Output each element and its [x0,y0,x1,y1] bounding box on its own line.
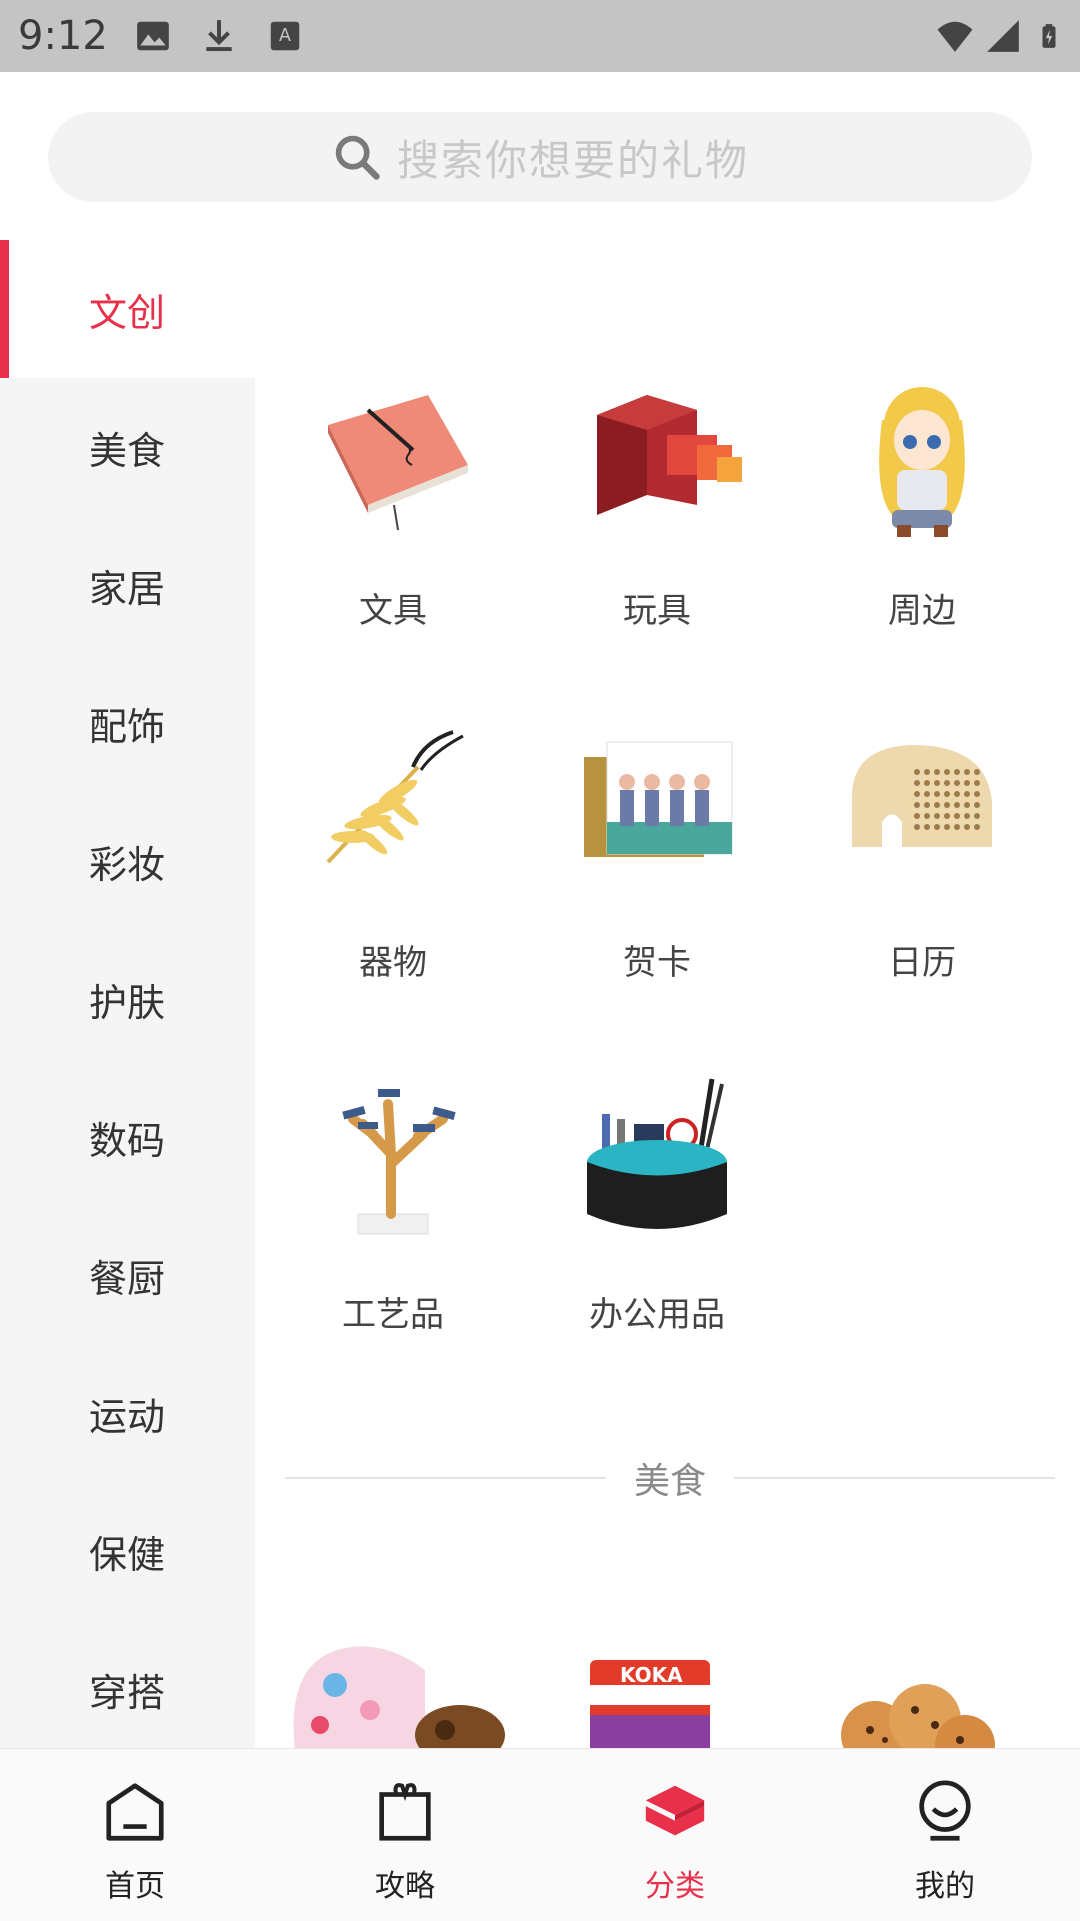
subcategory-crafts[interactable]: 工艺品 [261,1059,525,1359]
bottom-nav: 首页 攻略 分类 我的 [0,1748,1080,1921]
search-placeholder: 搜索你想要的礼物 [396,135,749,185]
status-bar: 9:12 A [0,0,1080,72]
search-icon [335,135,380,180]
status-right [936,17,1062,55]
wifi-icon [937,21,973,52]
section-divider: 美食 [285,1453,1056,1503]
sidebar-item-health[interactable]: 保健 [0,1482,255,1620]
search-input[interactable]: 搜索你想要的礼物 [48,112,1032,202]
desk-organizer-image [557,1059,757,1249]
nav-label: 分类 [645,1869,705,1904]
svg-text:A: A [279,26,291,46]
drawer-toy-image [557,355,757,545]
divider-line [734,1477,1056,1479]
search-area: 搜索你想要的礼物 [0,72,1080,240]
nav-label: 攻略 [375,1869,435,1904]
notebook-image [293,355,493,545]
subcategory-label: 日历 [888,943,956,983]
sidebar-item-fashion[interactable]: 穿搭 [0,1620,255,1748]
subcategory-label: 器物 [359,943,427,983]
app-notification-icon: A [270,21,300,51]
elephant-calendar-image [822,707,1022,897]
sidebar-item-accessories[interactable]: 配饰 [0,654,255,792]
nav-guide[interactable]: 攻略 [270,1749,540,1921]
category-icon [645,1785,705,1836]
anime-figure-image [822,355,1022,545]
nav-label: 我的 [915,1869,975,1904]
sidebar-item-food[interactable]: 美食 [0,378,255,516]
subcategory-objects[interactable]: 器物 [261,707,525,1007]
status-time: 9:12 [18,13,108,59]
nav-profile[interactable]: 我的 [810,1749,1080,1921]
nav-home[interactable]: 首页 [0,1749,270,1921]
category-sidebar: 文创 美食 家居 配饰 彩妆 护肤 数码 餐厨 运动 保健 穿搭 [0,240,255,1748]
subcategory-label: 贺卡 [623,943,691,983]
subcategory-merch[interactable]: 周边 [790,355,1054,655]
subcategory-greeting-cards[interactable]: 贺卡 [525,707,789,1007]
gift-icon [379,1783,431,1841]
divider-line [285,1477,606,1479]
sidebar-item-makeup[interactable]: 彩妆 [0,792,255,930]
nav-label: 首页 [105,1869,165,1904]
subcategory-label: 工艺品 [342,1295,444,1335]
cookies-image[interactable] [815,1640,1035,1748]
svg-text:KOKA: KOKA [620,1663,683,1687]
download-icon [206,20,232,52]
subcategory-label: 文具 [359,591,427,631]
sidebar-item-skincare[interactable]: 护肤 [0,930,255,1068]
subcategory-label: 办公用品 [589,1295,725,1335]
sidebar-item-kitchen[interactable]: 餐厨 [0,1206,255,1344]
sidebar-item-digital[interactable]: 数码 [0,1068,255,1206]
sidebar-item-wenchuang[interactable]: 文创 [0,240,255,378]
image-notification-icon [136,21,169,51]
sidebar-item-home[interactable]: 家居 [0,516,255,654]
nav-category[interactable]: 分类 [540,1749,810,1921]
greeting-card-image [557,707,757,897]
tree-sculpture-image [293,1059,493,1249]
chocolate-box-image[interactable] [285,1640,505,1748]
subcategory-label: 周边 [888,591,956,631]
subcategory-toys[interactable]: 玩具 [525,355,789,655]
profile-icon [919,1780,971,1841]
section-title: 美食 [634,1461,707,1502]
signal-icon [987,20,1019,52]
snack-bag-image[interactable]: KOKA [550,1640,770,1748]
category-content: 文具 玩具 周边 器物 贺卡 日历 工艺品 办公用品 美食 KOKA [255,240,1080,1748]
sidebar-item-sports[interactable]: 运动 [0,1344,255,1482]
home-icon [106,1783,164,1841]
leaf-bookmark-image [293,707,493,897]
battery-icon [1042,24,1056,48]
subcategory-calendar[interactable]: 日历 [790,707,1054,1007]
food-preview-row: KOKA [255,1640,1080,1748]
subcategory-label: 玩具 [623,591,691,631]
subcategory-office-supplies[interactable]: 办公用品 [525,1059,789,1359]
subcategory-stationery[interactable]: 文具 [261,355,525,655]
